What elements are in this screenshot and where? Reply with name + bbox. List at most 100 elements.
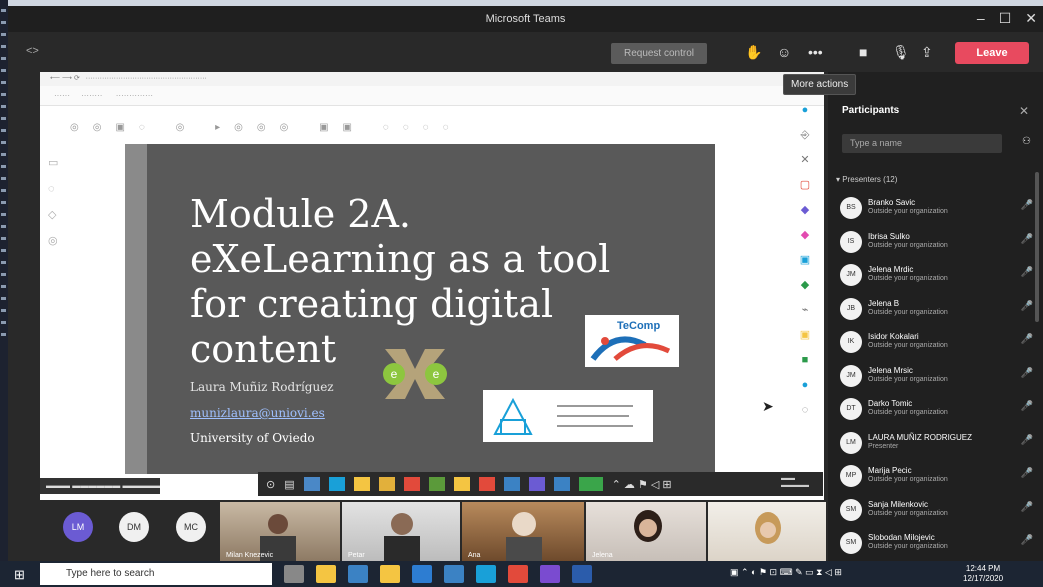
system-tray: ▣ ⌃ ◐ ⚑ ⊡ ⌨ ✎ ▭ ⧗ ◁ ⊞	[730, 567, 842, 577]
avatar: SM	[840, 532, 862, 554]
more-actions-icon[interactable]: •••	[808, 44, 823, 60]
presenters-section-header[interactable]: ▾ Presenters (12)	[836, 175, 897, 184]
microphone-icon[interactable]: 🎤	[1021, 435, 1033, 446]
taskbar-app-icon[interactable]	[540, 565, 560, 583]
video-tile[interactable]	[708, 502, 826, 561]
taskbar-app-icon[interactable]	[348, 565, 368, 583]
video-tile-label: Jelena	[592, 552, 613, 559]
microphone-icon[interactable]: 🎤	[1021, 502, 1033, 513]
reactions-icon[interactable]: ☺	[777, 44, 791, 60]
minimize-icon[interactable]: –	[977, 10, 985, 27]
participant-row[interactable]: SM Slobodan Milojevic Outside your organiz…	[838, 527, 1033, 561]
exelearning-logo: e e	[383, 349, 447, 399]
microphone-icon[interactable]: 🎙	[892, 44, 910, 61]
participant-list: BS Branko Savic Outside your organization 🎤…	[838, 192, 1033, 561]
participants-panel: Participants ✕ Type a name ⚇ ▾ Presenter…	[828, 72, 1043, 561]
video-tile[interactable]: Milan Knezevic	[220, 502, 340, 561]
taskbar-app-icon[interactable]	[444, 565, 464, 583]
participant-row[interactable]: JM Jelena Mrdic Outside your organization 🎤	[838, 259, 1033, 293]
shared-taskbar: ⊙ ▤ ⌃ ☁ ⚑ ◁ ⊞	[258, 472, 823, 496]
participant-name: Jelena Mrsic	[868, 365, 913, 375]
taskbar-search-input[interactable]: Type here to search	[40, 563, 272, 585]
participant-name: Marija Pecic	[868, 466, 912, 475]
shared-left-rail: ▭ ◌ ◇ ◎	[48, 157, 59, 247]
slide-university: University of Oviedo	[190, 431, 315, 445]
window-title: Microsoft Teams	[485, 13, 566, 25]
taskbar-app-icon[interactable]	[380, 565, 400, 583]
participant-subtitle: Outside your organization	[868, 409, 948, 416]
avatar: SM	[840, 498, 862, 521]
microphone-icon[interactable]: 🎤	[1021, 468, 1033, 479]
microphone-icon[interactable]: 🎤	[1021, 535, 1033, 546]
shared-url-bar: ⟵ ⟶ ⟳ ··································…	[40, 72, 824, 86]
microphone-icon[interactable]: 🎤	[1021, 234, 1033, 245]
avatar[interactable]: MC	[176, 512, 206, 542]
participant-subtitle: Outside your organization	[868, 342, 948, 349]
participant-name: LAURA MUÑIZ RODRIGUEZ	[868, 432, 973, 442]
microphone-icon[interactable]: 🎤	[1021, 401, 1033, 412]
shared-clock: ▬▬ ▬▬▬▬	[778, 472, 818, 496]
shared-icon-row: ◎◎▣◌ ◎ ▸◎◎◎ ▣▣ ◌◌◌◌	[70, 122, 463, 133]
participant-subtitle: Outside your organization	[868, 476, 948, 483]
video-tile[interactable]: Ana	[462, 502, 584, 561]
start-icon[interactable]: ⊞	[14, 567, 25, 583]
desktop-left-edge	[0, 0, 8, 587]
taskbar-app-icon[interactable]	[316, 565, 336, 583]
screen: Microsoft Teams – ☐ ✕ <> Request control…	[0, 0, 1043, 587]
close-icon[interactable]: ✕	[1025, 10, 1037, 27]
avatar: LM	[840, 431, 862, 454]
video-tile-label: Petar	[348, 552, 365, 559]
request-control-button[interactable]: Request control	[611, 43, 707, 64]
svg-text:e: e	[391, 367, 398, 381]
maximize-icon[interactable]: ☐	[999, 10, 1012, 27]
add-people-icon[interactable]: ⚇	[1022, 136, 1031, 147]
microphone-icon[interactable]: 🎤	[1021, 200, 1033, 211]
microphone-icon[interactable]: 🎤	[1021, 267, 1033, 278]
taskbar-app-icon[interactable]	[572, 565, 592, 583]
taskbar-app-icon[interactable]	[508, 565, 528, 583]
microphone-icon[interactable]: 🎤	[1021, 301, 1033, 312]
participant-subtitle: Outside your organization	[868, 208, 948, 215]
participant-name: Slobodan Milojevic	[868, 533, 935, 542]
raise-hand-icon[interactable]: ✋	[745, 44, 762, 61]
avatar: IK	[840, 331, 862, 353]
svg-text:e: e	[433, 367, 440, 381]
close-icon[interactable]: ✕	[1019, 104, 1029, 118]
expand-icon[interactable]: <>	[26, 45, 39, 57]
avatar[interactable]: LM	[63, 512, 93, 542]
taskbar-app-icon[interactable]	[284, 565, 304, 583]
participant-row[interactable]: IK Isidor Kokalari Outside your organizati…	[838, 326, 1033, 360]
participant-row[interactable]: BS Branko Savic Outside your organization 🎤	[838, 192, 1033, 226]
participant-search-input[interactable]: Type a name	[842, 134, 1002, 153]
scrollbar[interactable]	[1035, 172, 1039, 322]
university-of-oviedo-logo	[483, 390, 653, 442]
participant-row[interactable]: IS Ibrisa Sulko Outside your organization 🎤	[838, 226, 1033, 260]
participant-name: Jelena B	[868, 298, 900, 308]
avatar[interactable]: DM	[119, 512, 149, 542]
avatar: MP	[840, 465, 862, 487]
leave-button[interactable]: Leave	[955, 42, 1029, 64]
taskbar-app-icon[interactable]	[412, 565, 432, 583]
camera-icon[interactable]: ■	[859, 44, 867, 60]
video-tile-label: Milan Knezevic	[226, 552, 274, 559]
participant-subtitle: Outside your organization	[868, 375, 948, 383]
participant-video	[755, 512, 781, 544]
participant-row[interactable]: JM Jelena Mrsic Outside your organization 🎤	[838, 360, 1033, 394]
avatar: JM	[840, 364, 862, 387]
participant-row[interactable]: SM Sanja Milenkovic Outside your organizat…	[838, 494, 1033, 528]
participant-row[interactable]: MP Marija Pecic Outside your organization 🎤	[838, 460, 1033, 494]
microphone-icon[interactable]: 🎤	[1021, 334, 1033, 345]
participant-row[interactable]: LM LAURA MUÑIZ RODRIGUEZ Presenter 🎤	[838, 427, 1033, 461]
slide-email: munizlaura@uniovi.es	[190, 406, 325, 420]
taskbar-app-icon[interactable]	[476, 565, 496, 583]
presentation-slide: Module 2A. eXeLearning as a tool for cre…	[125, 144, 715, 474]
share-tray-icon[interactable]: ⇪	[921, 44, 933, 61]
video-tile[interactable]: Jelena	[586, 502, 706, 561]
microphone-icon[interactable]: 🎤	[1021, 368, 1033, 379]
tecomp-logo: TeComp	[585, 315, 679, 367]
video-tile[interactable]: Petar	[342, 502, 460, 561]
participant-name: Darko Tomic	[868, 399, 913, 408]
participants-title: Participants	[842, 105, 900, 116]
participant-row[interactable]: DT Darko Tomic Outside your organization 🎤	[838, 393, 1033, 427]
participant-row[interactable]: JB Jelena B Outside your organization 🎤	[838, 293, 1033, 327]
